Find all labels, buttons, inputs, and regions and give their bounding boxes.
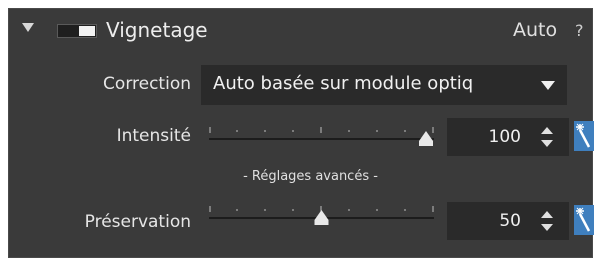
intensity-slider-thumb[interactable] xyxy=(419,131,433,146)
collapse-arrow-icon[interactable] xyxy=(22,23,34,32)
correction-select-value: Auto basée sur module optiq xyxy=(213,73,474,94)
preservation-slider[interactable] xyxy=(209,205,434,227)
magic-wand-icon xyxy=(576,207,591,232)
preservation-slider-thumb[interactable] xyxy=(314,210,329,225)
intensity-value-field[interactable]: 100 xyxy=(447,118,569,156)
toggle-knob xyxy=(79,26,95,36)
intensity-label: Intensité xyxy=(116,126,191,146)
panel-header[interactable]: Vignetage Auto ? xyxy=(9,9,592,53)
intensity-slider[interactable] xyxy=(209,126,434,148)
auto-intensity-button[interactable] xyxy=(574,121,594,151)
preservation-slider-track xyxy=(209,206,434,225)
intensity-value: 100 xyxy=(488,127,521,147)
vignetting-panel: Vignetage Auto ? Correction Auto basée s… xyxy=(8,8,594,258)
panel-title: Vignetage xyxy=(106,18,208,42)
advanced-settings-heading: - Réglages avancés - xyxy=(243,169,378,184)
spin-arrows-icon[interactable] xyxy=(539,209,555,233)
preservation-value-field[interactable]: 50 xyxy=(447,202,569,240)
intensity-ticks xyxy=(209,127,434,133)
help-icon[interactable]: ? xyxy=(575,21,584,40)
preservation-label: Préservation xyxy=(84,212,191,232)
intensity-slider-track xyxy=(209,127,434,146)
magic-wand-icon xyxy=(576,123,591,148)
auto-mode-label[interactable]: Auto xyxy=(513,19,557,41)
chevron-down-icon xyxy=(541,81,555,90)
enable-toggle[interactable] xyxy=(57,24,97,38)
auto-preservation-button[interactable] xyxy=(574,205,594,235)
preservation-value: 50 xyxy=(499,211,521,231)
correction-select[interactable]: Auto basée sur module optiq xyxy=(201,65,567,105)
correction-label: Correction xyxy=(103,74,191,94)
spin-arrows-icon[interactable] xyxy=(539,125,555,149)
